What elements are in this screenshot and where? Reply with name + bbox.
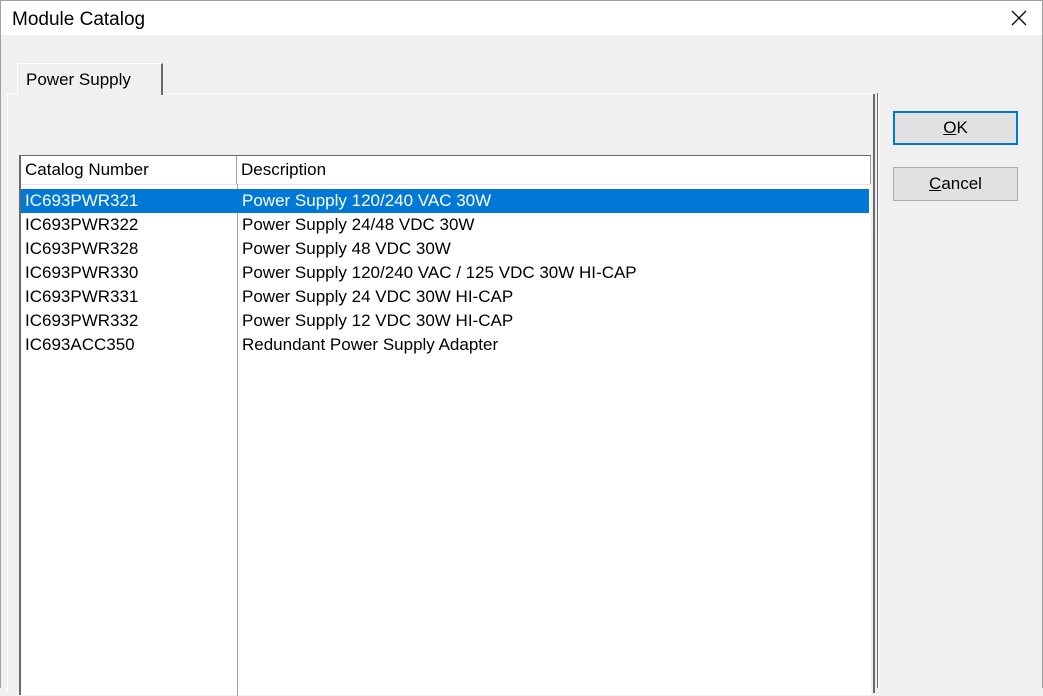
catalog-list[interactable]: Catalog Number Description IC693PWR321 P… — [19, 155, 871, 696]
list-header: Catalog Number Description — [21, 156, 871, 185]
column-header-catalog-number[interactable]: Catalog Number — [21, 156, 237, 184]
tab-power-supply[interactable]: Power Supply — [17, 63, 163, 95]
close-button[interactable] — [996, 1, 1042, 35]
table-row[interactable]: IC693ACC350 Redundant Power Supply Adapt… — [21, 333, 869, 357]
table-row[interactable]: IC693PWR331 Power Supply 24 VDC 30W HI-C… — [21, 285, 869, 309]
ok-mnemonic: O — [943, 118, 957, 137]
table-row[interactable]: IC693PWR322 Power Supply 24/48 VDC 30W — [21, 213, 869, 237]
list-rows: IC693PWR321 Power Supply 120/240 VAC 30W… — [21, 189, 869, 357]
cancel-label-rest: ancel — [941, 174, 982, 193]
catalog-number-cell: IC693PWR322 — [25, 215, 139, 234]
cancel-mnemonic: C — [929, 174, 942, 193]
description-cell: Redundant Power Supply Adapter — [242, 335, 499, 354]
description-cell: Power Supply 24 VDC 30W HI-CAP — [242, 287, 514, 306]
table-row[interactable]: IC693PWR321 Power Supply 120/240 VAC 30W — [21, 189, 869, 213]
side-separator — [877, 93, 879, 688]
catalog-number-cell: IC693PWR330 — [25, 263, 139, 282]
description-cell: Power Supply 12 VDC 30W HI-CAP — [242, 311, 514, 330]
catalog-number-cell: IC693PWR331 — [25, 287, 139, 306]
title-bar: Module Catalog — [1, 1, 1042, 35]
table-row[interactable]: IC693PWR330 Power Supply 120/240 VAC / 1… — [21, 261, 869, 285]
ok-label-rest: K — [956, 118, 968, 137]
dialog-title: Module Catalog — [12, 9, 146, 30]
table-row[interactable]: IC693PWR332 Power Supply 12 VDC 30W HI-C… — [21, 309, 869, 333]
catalog-number-cell: IC693PWR328 — [25, 239, 139, 258]
tab-strip: Power Supply — [1, 35, 1042, 95]
catalog-number-cell: IC693PWR332 — [25, 311, 139, 330]
description-cell: Power Supply 24/48 VDC 30W — [242, 215, 475, 234]
tab-label: Power Supply — [26, 70, 131, 89]
cancel-button[interactable]: Cancel — [893, 167, 1018, 201]
column-header-description[interactable]: Description — [237, 156, 871, 184]
table-row[interactable]: IC693PWR328 Power Supply 48 VDC 30W — [21, 237, 869, 261]
description-cell: Power Supply 120/240 VAC 30W — [242, 191, 492, 210]
catalog-number-cell: IC693ACC350 — [25, 335, 135, 354]
description-cell: Power Supply 120/240 VAC / 125 VDC 30W H… — [242, 263, 637, 282]
ok-button[interactable]: OK — [893, 111, 1018, 145]
tab-baseline — [162, 93, 875, 94]
description-cell: Power Supply 48 VDC 30W — [242, 239, 451, 258]
catalog-number-cell: IC693PWR321 — [25, 191, 139, 210]
close-icon — [1011, 10, 1027, 26]
